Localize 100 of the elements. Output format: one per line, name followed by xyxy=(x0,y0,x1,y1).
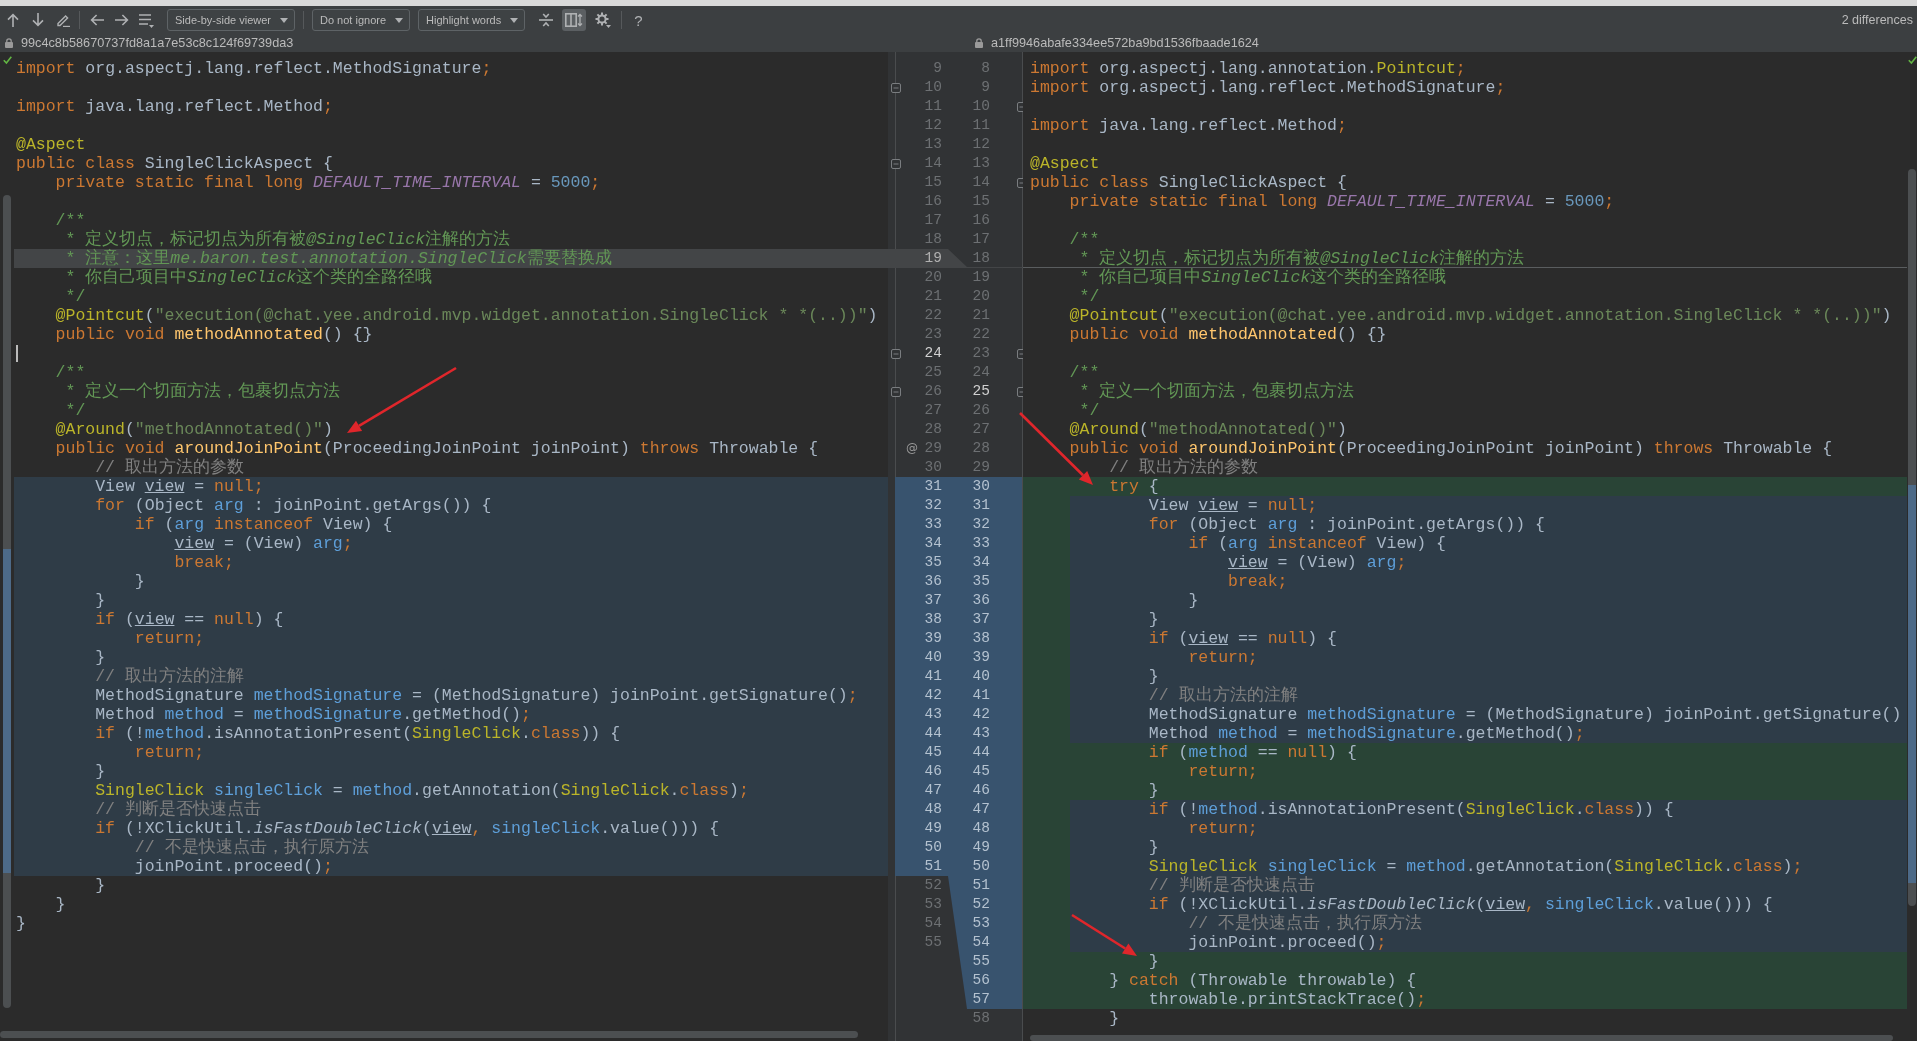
code-line: } xyxy=(1148,952,1159,971)
code-line: // 不是快速点击，执行原方法 xyxy=(1188,914,1423,933)
code-line: import org.aspectj.lang.reflect.MethodSignature; xyxy=(1030,78,1506,97)
line-number: 39 xyxy=(924,629,942,648)
gutter-marker[interactable]: @ xyxy=(906,439,918,458)
code-line: * 定义一个切面方法，包裹切点方法 xyxy=(1079,382,1355,401)
code-line: MethodSignature methodSignature = (MethodSignature) joinPoint.getSignature() xyxy=(1148,705,1902,724)
fold-marker-icon[interactable] xyxy=(891,82,901,93)
caret-icon xyxy=(510,17,519,23)
check-icon xyxy=(1907,56,1917,64)
line-number: 45 xyxy=(972,762,990,781)
code-line: private static final long DEFAULT_TIME_INTERVAL = 5000; xyxy=(1069,192,1615,211)
line-number: 32 xyxy=(972,515,990,534)
scrollbar-thumb[interactable] xyxy=(1908,169,1916,906)
line-number: 45 xyxy=(924,743,942,762)
code-line: } xyxy=(16,914,26,933)
code-line: @Around("methodAnnotated()") xyxy=(1069,420,1347,439)
code-line: import org.aspectj.lang.annotation.Pointcut; xyxy=(1030,59,1466,78)
code-line: if (view == null) { xyxy=(95,610,284,629)
line-number: 15 xyxy=(924,173,942,192)
code-line: */ xyxy=(65,287,86,306)
line-number: 35 xyxy=(972,572,990,591)
line-number: 17 xyxy=(924,211,942,230)
line-number: 42 xyxy=(972,705,990,724)
right-arrow-icon[interactable] xyxy=(114,14,129,26)
help-button[interactable]: ? xyxy=(630,11,647,29)
code-line: import java.lang.reflect.Method; xyxy=(1030,116,1347,135)
scrollbar-thumb[interactable] xyxy=(3,195,11,1008)
code-line: MethodSignature methodSignature = (MethodSignature) joinPoint.getSignature(); xyxy=(95,686,858,705)
dropdown-button[interactable]: Do not ignore xyxy=(312,9,411,31)
differences-count: 2 differences xyxy=(1841,13,1913,27)
code-line: return; xyxy=(134,743,205,762)
code-line: * 定义切点，标记切点为所有被@SingleClick注解的方法 xyxy=(65,230,511,249)
line-number: 48 xyxy=(924,800,942,819)
line-number: 21 xyxy=(924,287,942,306)
line-number: 39 xyxy=(972,648,990,667)
code-line: // 不是快速点击，执行原方法 xyxy=(134,838,369,857)
line-number: 16 xyxy=(924,192,942,211)
code-line: if (arg instanceof View) { xyxy=(134,515,393,534)
line-number: 19 xyxy=(924,249,942,268)
line-number: 30 xyxy=(972,477,990,496)
dropdown-button[interactable]: Side-by-side viewer xyxy=(167,9,295,31)
code-line: Method method = methodSignature.getMethod(); xyxy=(1148,724,1585,743)
line-number: 52 xyxy=(924,876,942,895)
down-arrow-icon[interactable] xyxy=(31,13,44,27)
scrollbar-thumb[interactable] xyxy=(1030,1035,1893,1041)
code-line: // 判断是否快速点击 xyxy=(95,800,261,819)
fold-marker-icon[interactable] xyxy=(891,386,901,397)
code-line: if (!XClickUtil.isFastDoubleClick(view, singleClick.value())) { xyxy=(1148,895,1773,914)
code-line: public class SingleClickAspect { xyxy=(16,154,333,173)
line-number: 9 xyxy=(981,78,990,97)
line-number: 10 xyxy=(924,78,942,97)
code-line: if (view == null) { xyxy=(1148,629,1337,648)
check-icon xyxy=(2,56,12,64)
line-number: 18 xyxy=(924,230,942,249)
line-number: 8 xyxy=(981,59,990,78)
code-line: * 你自己项目中SingleClick这个类的全路径哦 xyxy=(65,268,433,287)
line-number: 13 xyxy=(972,154,990,173)
code-line: // 取出方法的注解 xyxy=(95,667,244,686)
line-number: 17 xyxy=(972,230,990,249)
line-number: 14 xyxy=(924,154,942,173)
line-number: 44 xyxy=(972,743,990,762)
line-number: 55 xyxy=(924,933,942,952)
line-number: 27 xyxy=(924,401,942,420)
line-number: 11 xyxy=(924,97,942,116)
code-line: @Aspect xyxy=(1030,154,1100,173)
list-icon[interactable] xyxy=(139,12,154,28)
line-number: 50 xyxy=(972,857,990,876)
code-line: return; xyxy=(1188,648,1258,667)
collapse-icon[interactable] xyxy=(538,13,553,27)
code-line: // 取出方法的参数 xyxy=(95,458,244,477)
code-line: public void aroundJoinPoint(ProceedingJoinPoint joinPoint) throws Throwable { xyxy=(1069,439,1833,458)
pencil-icon[interactable] xyxy=(55,13,70,27)
code-line: */ xyxy=(65,401,86,420)
code-line: import java.lang.reflect.Method; xyxy=(16,97,333,116)
line-number: 48 xyxy=(972,819,990,838)
toggle-button[interactable] xyxy=(562,9,587,31)
code-line: public void methodAnnotated() {} xyxy=(1069,325,1387,344)
line-number: 29 xyxy=(972,458,990,477)
code-line: joinPoint.proceed(); xyxy=(1188,933,1387,952)
code-line: break; xyxy=(174,553,234,572)
line-number: 24 xyxy=(972,363,990,382)
dropdown-button[interactable]: Highlight words xyxy=(418,9,526,31)
code-line: for (Object arg : joinPoint.getArgs()) { xyxy=(95,496,492,515)
scrollbar-thumb[interactable] xyxy=(0,1031,858,1038)
left-arrow-icon[interactable] xyxy=(89,14,104,26)
lock-icon xyxy=(975,38,983,48)
code-line: /** xyxy=(1069,230,1100,249)
fold-marker-icon[interactable] xyxy=(891,348,901,359)
gear-icon[interactable] xyxy=(594,12,611,28)
line-number: 16 xyxy=(972,211,990,230)
line-number: 20 xyxy=(924,268,942,287)
code-line: } xyxy=(134,572,145,591)
line-number: 55 xyxy=(972,952,990,971)
up-arrow-icon[interactable] xyxy=(6,13,19,27)
fold-marker-icon[interactable] xyxy=(891,158,901,169)
line-number: 46 xyxy=(972,781,990,800)
code-line: if (!method.isAnnotationPresent(SingleClick.class)) { xyxy=(1148,800,1674,819)
line-number: 56 xyxy=(972,971,990,990)
code-line: return; xyxy=(1188,819,1258,838)
